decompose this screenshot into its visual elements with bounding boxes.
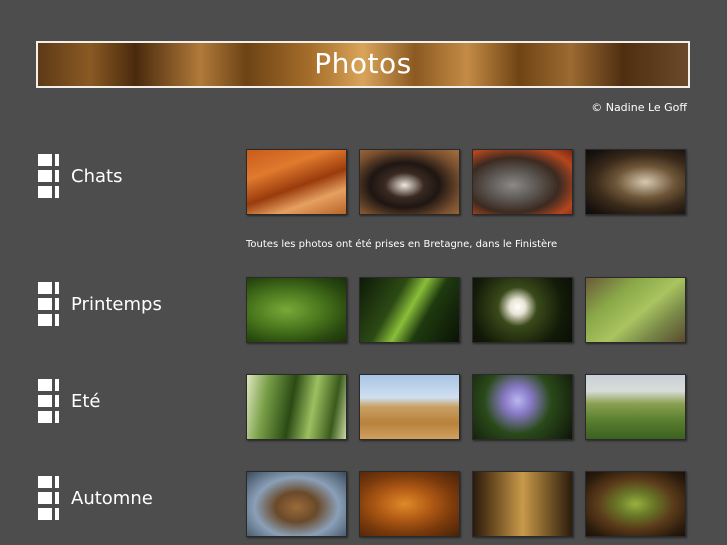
- cat-closeup-photo[interactable]: [585, 149, 686, 215]
- hay-bale-photo[interactable]: [359, 374, 460, 440]
- grass-blade-photo[interactable]: [359, 277, 460, 343]
- section-ete[interactable]: Eté: [38, 379, 101, 423]
- grid-bullet-icon: [38, 154, 59, 198]
- grass-photo[interactable]: [246, 277, 347, 343]
- orange-leaves-photo[interactable]: [359, 471, 460, 537]
- section-automne[interactable]: Automne: [38, 476, 153, 520]
- corn-field-photo[interactable]: [246, 374, 347, 440]
- daisies-photo[interactable]: [472, 277, 573, 343]
- frost-leaves-photo[interactable]: [246, 471, 347, 537]
- section-label: Printemps: [71, 293, 162, 315]
- section-label: Eté: [71, 390, 101, 412]
- thumbs-ete: [246, 374, 686, 440]
- flowers-photo[interactable]: [472, 374, 573, 440]
- section-chats[interactable]: Chats: [38, 154, 122, 198]
- location-note: Toutes les photos ont été prises en Bret…: [246, 239, 558, 250]
- grid-bullet-icon: [38, 476, 59, 520]
- section-label: Automne: [71, 487, 153, 509]
- copyright-text: © Nadine Le Goff: [591, 101, 687, 114]
- thumbs-chats: [246, 149, 686, 215]
- header-banner: Photos: [36, 41, 690, 88]
- thumbs-automne: [246, 471, 686, 537]
- grid-bullet-icon: [38, 379, 59, 423]
- thumbs-printemps: [246, 277, 686, 343]
- chestnuts-photo[interactable]: [585, 471, 686, 537]
- cat-lying-photo[interactable]: [359, 149, 460, 215]
- curtain-photo[interactable]: [246, 149, 347, 215]
- cat-looking-up-photo[interactable]: [472, 149, 573, 215]
- countryside-photo[interactable]: [585, 374, 686, 440]
- grid-bullet-icon: [38, 282, 59, 326]
- section-label: Chats: [71, 165, 123, 187]
- page-title: Photos: [314, 47, 412, 80]
- moss-stone-photo[interactable]: [585, 277, 686, 343]
- section-printemps[interactable]: Printemps: [38, 282, 162, 326]
- forest-path-photo[interactable]: [472, 471, 573, 537]
